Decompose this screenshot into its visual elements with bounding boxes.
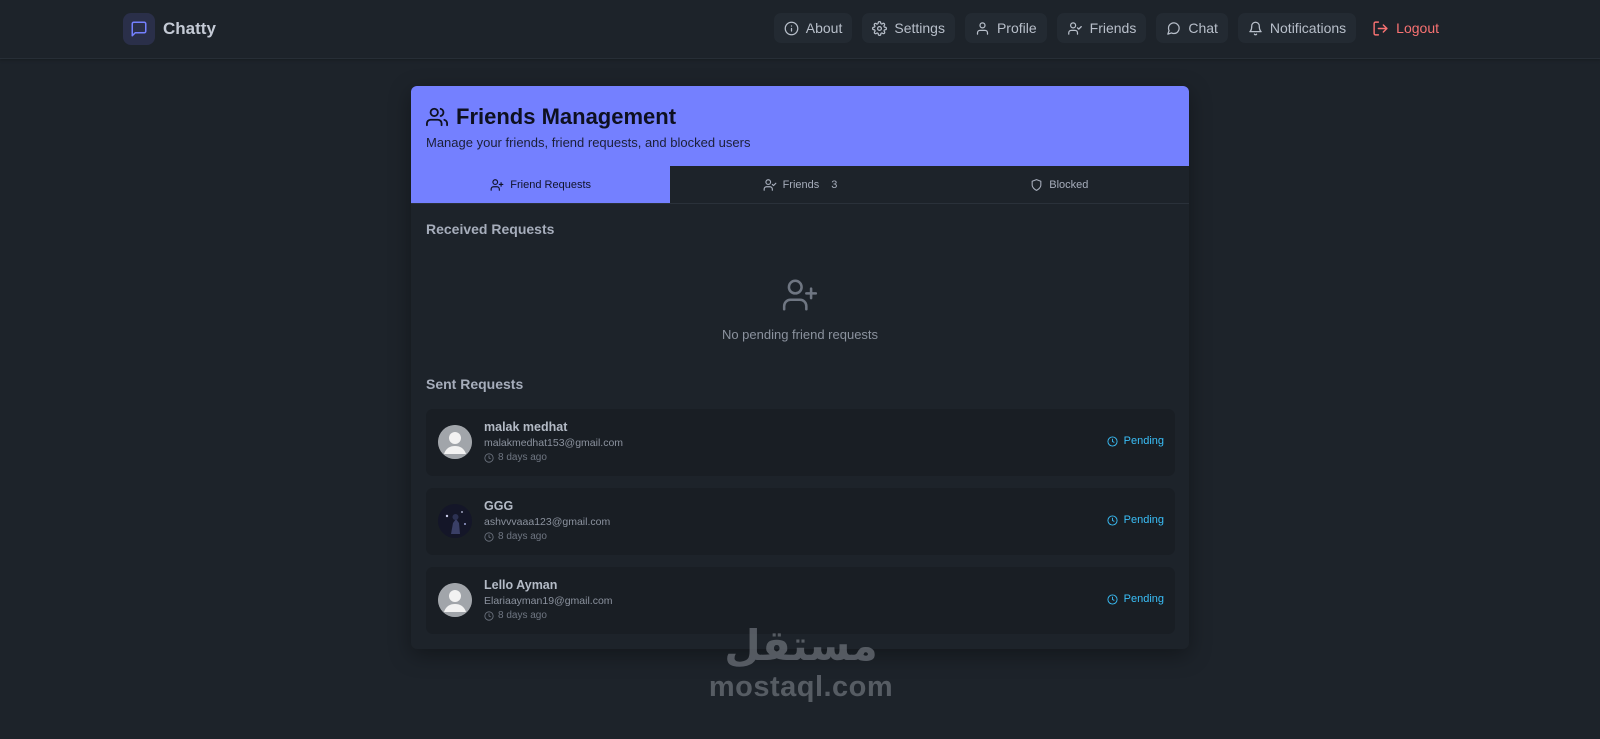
nav-chat-button[interactable]: Chat <box>1156 13 1228 43</box>
tab-blocked-label: Blocked <box>1049 178 1089 191</box>
clock-icon <box>1107 435 1118 447</box>
nav-notifications-button[interactable]: Notifications <box>1237 13 1357 43</box>
nav-settings-label: Settings <box>894 20 945 36</box>
status-badge: Pending <box>1107 435 1164 447</box>
photo-avatar <box>438 504 472 538</box>
default-avatar <box>438 583 472 617</box>
message-square-icon <box>123 13 155 45</box>
nav-friends-button[interactable]: Friends <box>1056 13 1147 43</box>
user-plus-icon <box>490 178 504 191</box>
request-name: malak medhat <box>484 420 568 434</box>
status-text: Pending <box>1123 514 1164 526</box>
app-name: Chatty <box>163 19 216 38</box>
status-text: Pending <box>1123 435 1164 447</box>
sent-request-item[interactable]: malak medhat malakmedhat153@gmail.com 8 … <box>426 409 1175 476</box>
request-time: 8 days ago <box>484 610 547 621</box>
status-badge: Pending <box>1107 514 1164 526</box>
nav-settings-button[interactable]: Settings <box>862 13 955 43</box>
request-time-text: 8 days ago <box>498 452 547 463</box>
clock-icon <box>484 531 494 542</box>
request-name: GGG <box>484 499 514 513</box>
shield-icon <box>1031 178 1042 191</box>
user-icon <box>976 21 989 35</box>
user-plus-icon <box>782 279 818 311</box>
friends-management-card: Friends Management Manage your friends, … <box>411 86 1189 649</box>
card-header: Friends Management Manage your friends, … <box>411 86 1189 166</box>
request-time: 8 days ago <box>484 531 547 542</box>
watermark: مستقل mostaql.com <box>703 620 899 702</box>
brand[interactable]: Chatty <box>123 13 216 45</box>
request-time-text: 8 days ago <box>498 531 547 542</box>
tab-friend-requests[interactable]: Friend Requests <box>411 166 671 203</box>
tab-blocked[interactable]: Blocked <box>930 166 1189 203</box>
clock-icon <box>1107 593 1118 605</box>
request-name: Lello Ayman <box>484 578 558 592</box>
logout-label: Logout <box>1396 20 1439 36</box>
status-badge: Pending <box>1107 593 1164 605</box>
tab-friend-requests-label: Friend Requests <box>510 178 592 191</box>
clock-icon <box>1107 514 1118 526</box>
nav-chat-label: Chat <box>1188 20 1218 36</box>
watermark-latin: mostaql.com <box>708 671 894 703</box>
request-email: ashvvvaaa123@gmail.com <box>484 516 611 528</box>
request-email: Elariaayman19@gmail.com <box>484 595 613 607</box>
logout-button[interactable]: Logout <box>1366 13 1445 43</box>
request-time-text: 8 days ago <box>498 610 547 621</box>
default-avatar <box>438 425 472 459</box>
users-icon <box>426 107 448 127</box>
nav-about-label: About <box>805 20 843 36</box>
nav-friends-label: Friends <box>1089 20 1137 36</box>
received-requests-heading: Received Requests <box>426 221 555 237</box>
status-text: Pending <box>1123 593 1164 605</box>
tab-friends[interactable]: Friends 3 <box>670 166 929 203</box>
gear-icon <box>872 20 888 36</box>
request-email: malakmedhat153@gmail.com <box>484 437 624 449</box>
tab-bar: Friend Requests Friends 3 Blocked <box>411 166 1189 204</box>
sent-requests-heading: Sent Requests <box>426 376 524 392</box>
clock-icon <box>484 452 494 463</box>
user-check-icon <box>763 178 776 191</box>
page-title: Friends Management <box>456 104 677 129</box>
nav-menu: About Settings Profile Friends Chat Noti… <box>773 13 1445 43</box>
friends-count-badge: 3 <box>831 178 838 191</box>
watermark-arabic: مستقل <box>724 621 878 670</box>
message-circle-icon <box>1167 21 1181 35</box>
nav-profile-label: Profile <box>996 20 1037 36</box>
sent-request-item[interactable]: GGG ashvvvaaa123@gmail.com 8 days ago Pe… <box>426 488 1175 555</box>
navbar: Chatty About Settings Profile Friends Ch… <box>0 0 1600 59</box>
page-subtitle: Manage your friends, friend requests, an… <box>426 135 751 150</box>
info-icon <box>784 21 799 35</box>
bell-icon <box>1249 21 1262 35</box>
nav-notifications-label: Notifications <box>1269 20 1347 36</box>
nav-about-button[interactable]: About <box>773 13 853 43</box>
clock-icon <box>484 610 494 621</box>
page-title-row: Friends Management <box>426 104 676 130</box>
nav-profile-button[interactable]: Profile <box>964 13 1047 43</box>
logout-icon <box>1373 20 1388 36</box>
request-time: 8 days ago <box>484 452 547 463</box>
empty-state: No pending friend requests <box>411 276 1189 342</box>
tab-friends-label: Friends <box>782 178 820 191</box>
user-check-icon <box>1067 21 1082 35</box>
empty-state-text: No pending friend requests <box>721 327 879 342</box>
